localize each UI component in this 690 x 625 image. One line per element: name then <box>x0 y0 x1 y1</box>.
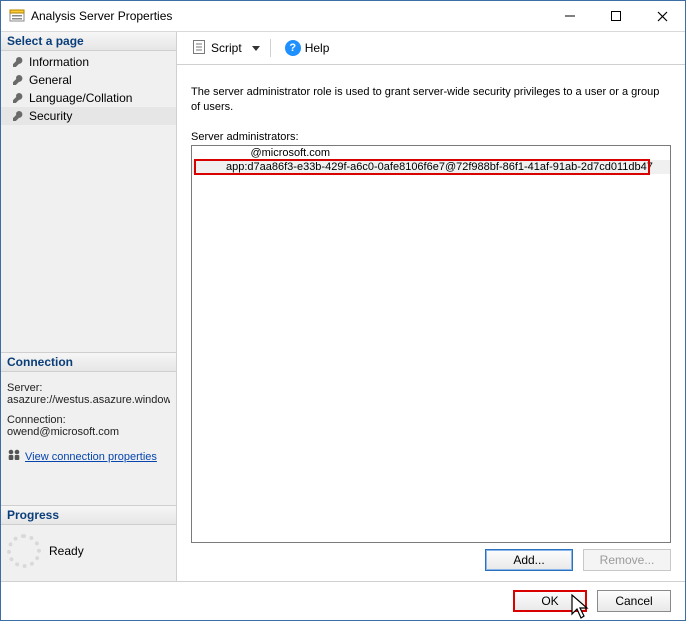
cancel-button-label: Cancel <box>615 594 652 608</box>
help-label: Help <box>305 41 330 55</box>
connection-label: Connection: <box>7 414 170 426</box>
description-text: The server administrator role is used to… <box>191 85 671 115</box>
add-button-label: Add... <box>513 553 544 567</box>
minimize-button[interactable] <box>547 1 593 31</box>
progress-header: Progress <box>1 505 176 525</box>
wrench-icon <box>11 91 25 105</box>
ok-button[interactable]: OK <box>513 590 587 612</box>
toolbar-separator <box>270 39 271 57</box>
connection-header: Connection <box>1 352 176 372</box>
chevron-down-icon[interactable] <box>252 46 260 51</box>
select-page-header: Select a page <box>1 32 176 51</box>
admin-list-item[interactable]: @microsoft.com <box>192 146 670 160</box>
remove-button: Remove... <box>583 549 671 571</box>
page-item-information[interactable]: Information <box>1 53 176 71</box>
admin-listbox[interactable]: @microsoft.com app:d7aa86f3-e33b-429f-a6… <box>191 145 671 543</box>
dialog-footer: OK Cancel <box>1 581 685 620</box>
script-button[interactable]: Script <box>187 37 246 60</box>
wrench-icon <box>11 73 25 87</box>
page-item-label: Security <box>29 109 72 123</box>
server-value: asazure://westus.asazure.windows <box>7 394 170 406</box>
script-icon <box>191 39 207 58</box>
page-item-security[interactable]: Security <box>1 107 176 125</box>
view-connection-properties-link[interactable]: View connection properties <box>7 448 170 465</box>
cancel-button[interactable]: Cancel <box>597 590 671 612</box>
progress-block: Ready <box>1 525 176 581</box>
progress-status: Ready <box>49 544 84 558</box>
window-controls <box>547 1 685 31</box>
connection-icon <box>7 448 21 465</box>
connection-value: owend@microsoft.com <box>7 426 170 438</box>
help-button[interactable]: ? Help <box>281 38 334 58</box>
remove-button-label: Remove... <box>600 553 655 567</box>
page-item-language-collation[interactable]: Language/Collation <box>1 89 176 107</box>
add-button[interactable]: Add... <box>485 549 573 571</box>
admin-list-label: Server administrators: <box>191 131 671 143</box>
page-item-general[interactable]: General <box>1 71 176 89</box>
sidebar: Select a page Information General <box>1 32 177 581</box>
page-item-label: Information <box>29 55 89 69</box>
page-item-label: General <box>29 73 72 87</box>
close-button[interactable] <box>639 1 685 31</box>
script-label: Script <box>211 41 242 55</box>
app-icon <box>9 8 25 24</box>
maximize-button[interactable] <box>593 1 639 31</box>
ok-button-label: OK <box>541 594 558 608</box>
server-label: Server: <box>7 382 170 394</box>
progress-spinner-icon <box>7 534 41 568</box>
connection-block: Server: asazure://westus.asazure.windows… <box>1 372 176 475</box>
page-list: Information General Language/Collation <box>1 51 176 131</box>
page-item-label: Language/Collation <box>29 91 132 105</box>
link-text: View connection properties <box>25 451 157 463</box>
dialog-window: Analysis Server Properties Select a page <box>0 0 686 621</box>
admin-list-item[interactable]: app:d7aa86f3-e33b-429f-a6c0-0afe8106f6e7… <box>192 160 670 174</box>
toolbar: Script ? Help <box>177 32 685 65</box>
help-icon: ? <box>285 40 301 56</box>
wrench-icon <box>11 109 25 123</box>
wrench-icon <box>11 55 25 69</box>
titlebar: Analysis Server Properties <box>1 1 685 32</box>
content-area: Script ? Help The server administrator r… <box>177 32 685 581</box>
window-title: Analysis Server Properties <box>31 9 547 23</box>
